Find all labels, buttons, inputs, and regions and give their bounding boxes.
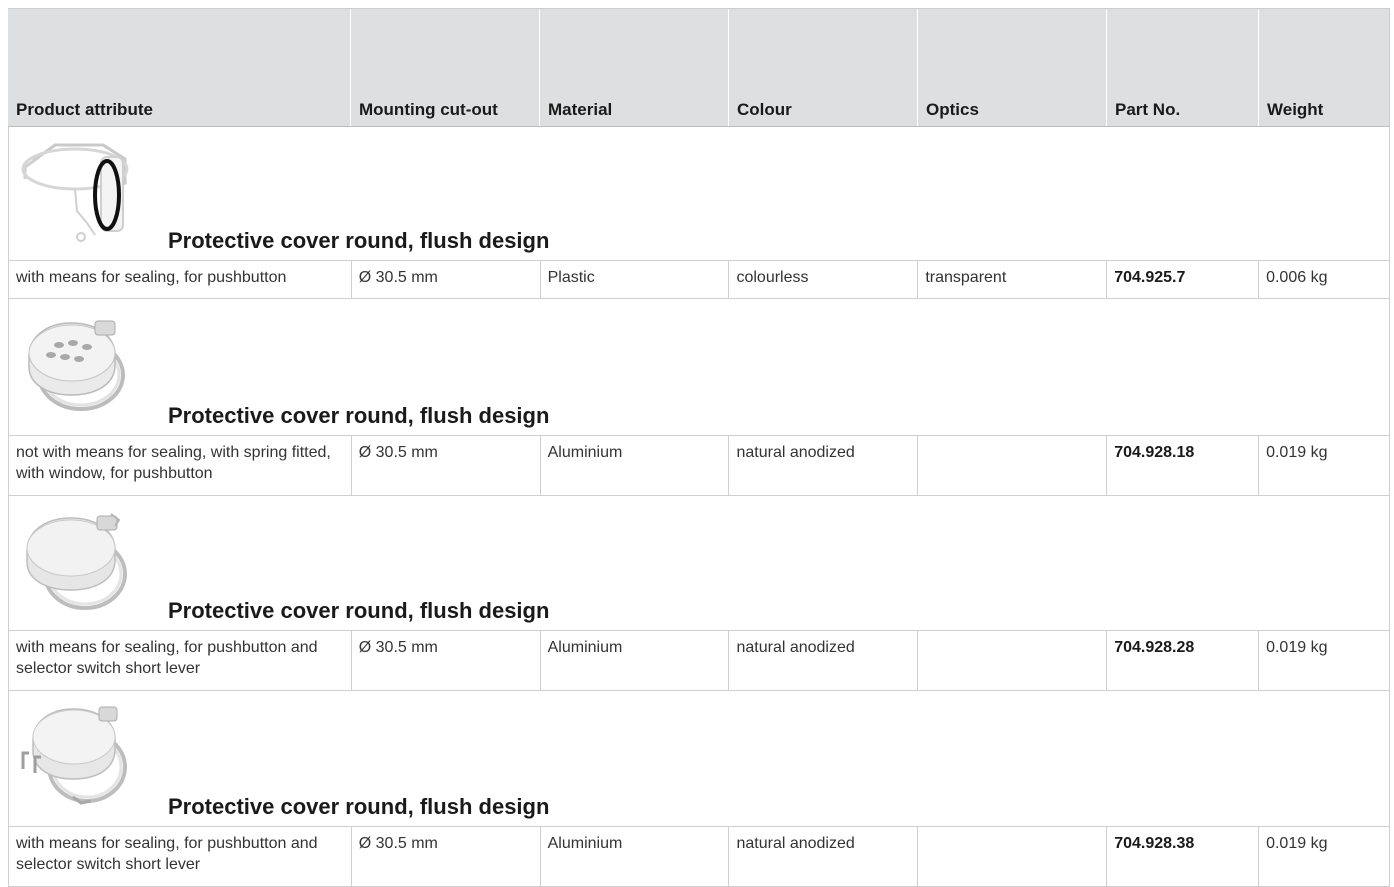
header-optics[interactable]: Optics: [918, 9, 1107, 126]
group-title: Protective cover round, flush design: [168, 403, 550, 428]
group-title: Protective cover round, flush design: [168, 228, 550, 253]
table-row[interactable]: with means for sealing, for pushbutton Ø…: [8, 261, 1390, 299]
protective-cover-solid-image: [26, 513, 127, 610]
cell-product-attribute: with means for sealing, for pushbutton a…: [9, 827, 352, 886]
header-material[interactable]: Material: [540, 9, 729, 126]
cell-weight: 0.019 kg: [1259, 436, 1390, 495]
product-group-header: Protective cover round, flush design: [8, 299, 1390, 436]
cell-weight: 0.006 kg: [1259, 261, 1390, 298]
protective-cover-hinged-image: [21, 706, 127, 805]
header-part-no[interactable]: Part No.: [1107, 9, 1259, 126]
product-group-header: Protective cover round, flush design: [8, 691, 1390, 827]
cell-optics: transparent: [918, 261, 1108, 298]
cell-product-attribute: with means for sealing, for pushbutton a…: [9, 631, 352, 690]
cell-colour: natural anodized: [729, 436, 919, 495]
cell-weight: 0.019 kg: [1259, 631, 1390, 690]
cell-mounting-cutout: Ø 30.5 mm: [352, 631, 541, 690]
cell-product-attribute: with means for sealing, for pushbutton: [9, 261, 352, 298]
cell-part-no: 704.928.18: [1107, 436, 1260, 495]
cell-part-no: 704.928.38: [1107, 827, 1260, 886]
product-table: Product attribute Mounting cut-out Mater…: [8, 8, 1390, 887]
table-row[interactable]: with means for sealing, for pushbutton a…: [8, 631, 1390, 691]
cell-optics: [918, 827, 1108, 886]
product-group-header: Protective cover round, flush design: [8, 127, 1390, 261]
cell-optics: [918, 436, 1108, 495]
header-weight[interactable]: Weight: [1259, 9, 1390, 126]
cell-mounting-cutout: Ø 30.5 mm: [352, 436, 541, 495]
table-header: Product attribute Mounting cut-out Mater…: [8, 8, 1390, 127]
cell-mounting-cutout: Ø 30.5 mm: [352, 261, 541, 298]
cell-colour: colourless: [729, 261, 919, 298]
group-title: Protective cover round, flush design: [168, 598, 550, 623]
protective-cover-transparent-image: [21, 143, 129, 242]
header-mounting-cutout[interactable]: Mounting cut-out: [351, 9, 540, 126]
cell-colour: natural anodized: [729, 631, 919, 690]
cell-optics: [918, 631, 1108, 690]
cell-material: Aluminium: [541, 436, 730, 495]
table-row[interactable]: with means for sealing, for pushbutton a…: [8, 827, 1390, 887]
cell-material: Plastic: [541, 261, 730, 298]
cell-product-attribute: not with means for sealing, with spring …: [9, 436, 352, 495]
product-group-header: Protective cover round, flush design: [8, 496, 1390, 631]
cell-mounting-cutout: Ø 30.5 mm: [352, 827, 541, 886]
cell-material: Aluminium: [541, 827, 730, 886]
header-colour[interactable]: Colour: [729, 9, 918, 126]
cell-part-no: 704.928.28: [1107, 631, 1260, 690]
cell-weight: 0.019 kg: [1259, 827, 1390, 886]
cell-colour: natural anodized: [729, 827, 919, 886]
header-product-attribute[interactable]: Product attribute: [8, 9, 351, 126]
cell-part-no: 704.925.7: [1107, 261, 1260, 298]
group-title: Protective cover round, flush design: [168, 794, 550, 819]
protective-cover-window-image: [28, 320, 125, 411]
cell-material: Aluminium: [541, 631, 730, 690]
table-row[interactable]: not with means for sealing, with spring …: [8, 436, 1390, 496]
